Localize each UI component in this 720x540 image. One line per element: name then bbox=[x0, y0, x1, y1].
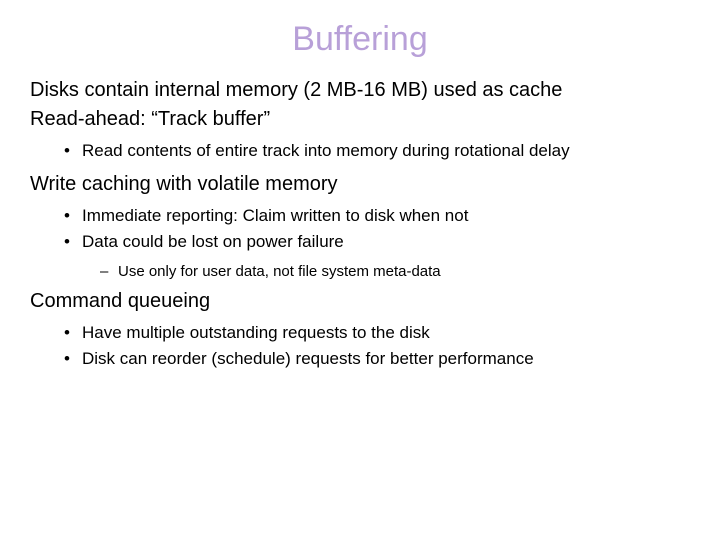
list-item: Disk can reorder (schedule) requests for… bbox=[30, 347, 690, 371]
readahead-list: Read contents of entire track into memor… bbox=[30, 139, 690, 163]
list-item: Use only for user data, not file system … bbox=[30, 261, 690, 282]
intro-line-1: Disks contain internal memory (2 MB-16 M… bbox=[30, 77, 690, 104]
intro-line-2: Read-ahead: “Track buffer” bbox=[30, 106, 690, 133]
list-item: Read contents of entire track into memor… bbox=[30, 139, 690, 163]
list-item: Have multiple outstanding requests to th… bbox=[30, 321, 690, 345]
page-title: Buffering bbox=[30, 20, 690, 59]
cmdqueue-heading: Command queueing bbox=[30, 288, 690, 315]
cmdqueue-list: Have multiple outstanding requests to th… bbox=[30, 321, 690, 371]
list-item: Immediate reporting: Claim written to di… bbox=[30, 204, 690, 228]
list-item: Data could be lost on power failure bbox=[30, 230, 690, 254]
writecache-heading: Write caching with volatile memory bbox=[30, 171, 690, 198]
writecache-list: Immediate reporting: Claim written to di… bbox=[30, 204, 690, 254]
writecache-sublist: Use only for user data, not file system … bbox=[30, 261, 690, 282]
